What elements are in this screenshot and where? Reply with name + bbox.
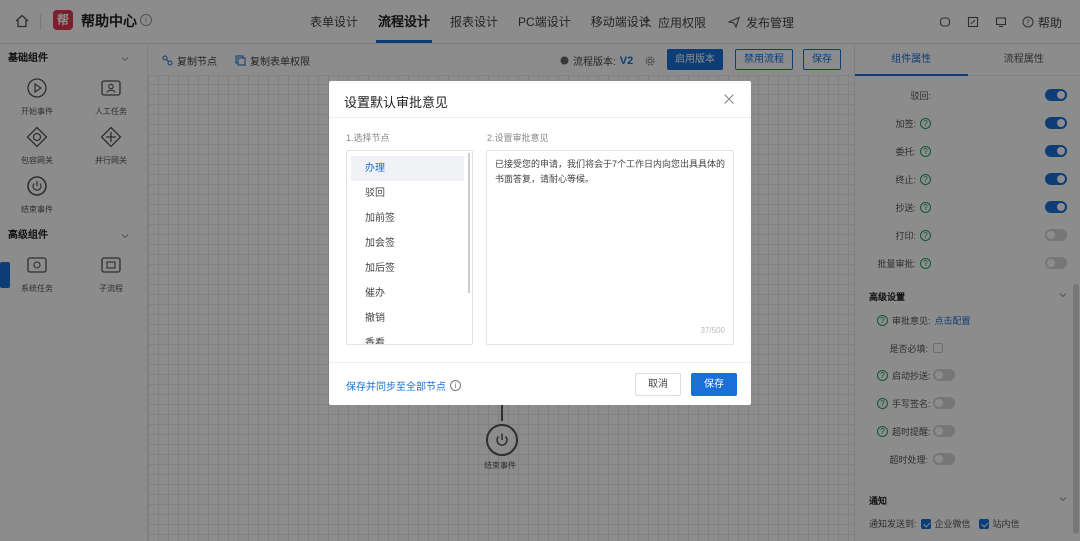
node-item-view[interactable]: 香看 — [351, 331, 464, 344]
step1-label: 1.选择节点 — [346, 133, 390, 143]
node-item-reject[interactable]: 驳回 — [351, 181, 464, 206]
dialog-footer: 保存并同步至全部节点 i 取消 保存 — [329, 362, 751, 405]
node-item-revoke[interactable]: 撤销 — [351, 306, 464, 331]
close-icon[interactable] — [723, 93, 735, 105]
char-counter: 37/500 — [700, 326, 725, 335]
step2-label: 2.设置审批意见 — [487, 133, 549, 143]
node-item-co-sign[interactable]: 加会签 — [351, 231, 464, 256]
node-list[interactable]: 办理 驳回 加前签 加会签 加后签 催办 撤销 香看 — [346, 150, 473, 345]
dialog-title: 设置默认审批意见 — [344, 95, 449, 110]
cancel-button[interactable]: 取消 — [635, 373, 681, 396]
node-item-urge[interactable]: 催办 — [351, 281, 464, 306]
default-approval-opinion-dialog: 设置默认审批意见 1.选择节点 2.设置审批意见 办理 驳回 加前签 加会签 加… — [329, 81, 751, 405]
opinion-text: 已接受您的申请，我们将会于7个工作日内向您出具具体的书面答复，请耐心等候。 — [495, 159, 726, 184]
node-item-post-sign[interactable]: 加后签 — [351, 256, 464, 281]
node-item-handle[interactable]: 办理 — [351, 156, 464, 181]
node-item-pre-sign[interactable]: 加前签 — [351, 206, 464, 231]
dialog-header: 设置默认审批意见 — [329, 81, 751, 118]
info-icon[interactable]: i — [450, 380, 461, 391]
node-list-scrollbar[interactable] — [468, 153, 470, 293]
sync-all-nodes-link[interactable]: 保存并同步至全部节点 i — [346, 378, 461, 393]
sync-all-label: 保存并同步至全部节点 — [346, 382, 446, 393]
save-button[interactable]: 保存 — [691, 373, 737, 396]
opinion-textarea[interactable]: 已接受您的申请，我们将会于7个工作日内向您出具具体的书面答复，请耐心等候。 37… — [486, 150, 734, 345]
